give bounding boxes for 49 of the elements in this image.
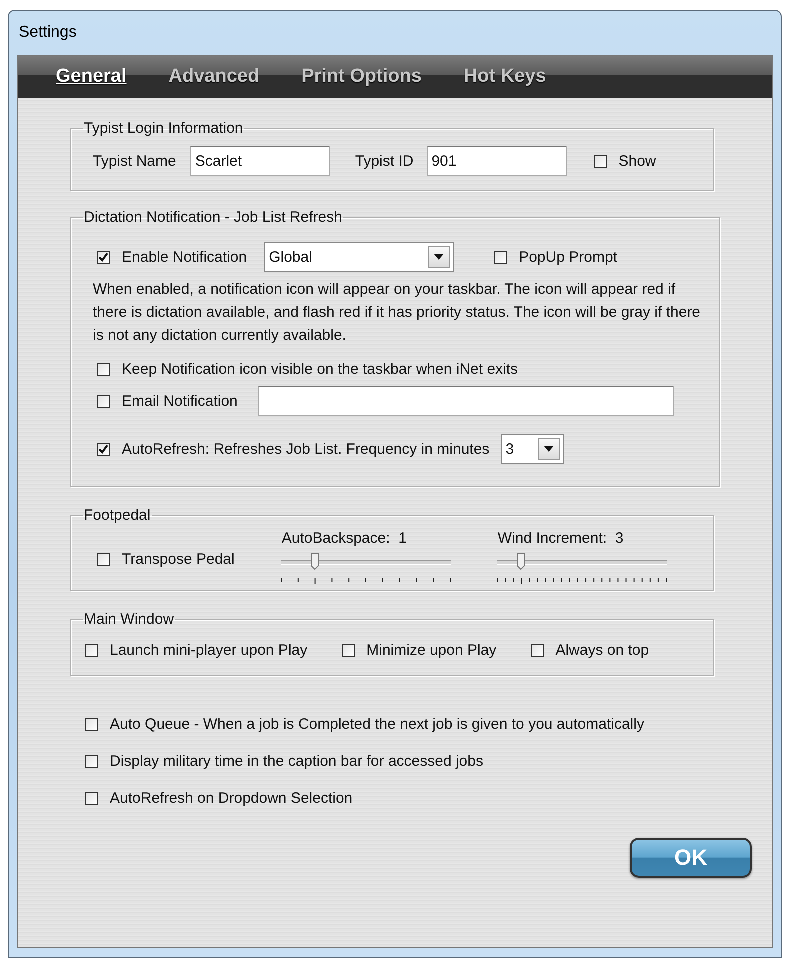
checkbox[interactable] [342,644,355,657]
checkbox[interactable] [97,552,110,566]
dropdown[interactable]: Global [264,242,454,272]
field-label: Typist Name [93,152,176,170]
group-title: Typist Login Information [83,120,244,137]
text-field[interactable]: 901 [426,146,567,176]
checkbox-label: Enable Notification [122,248,248,266]
checkbox[interactable] [85,644,98,657]
checkbox-label: Auto Queue - When a job is Completed the next job is given to you automatically [110,716,644,733]
checkbox-label: Transpose Pedal [122,550,235,568]
text-field[interactable] [258,386,674,416]
checkbox[interactable] [530,644,544,657]
tab[interactable]: Hot Keys [464,66,546,88]
slider-label: AutoBackspace: 1 [282,530,408,549]
checkbox-label: Show [618,152,656,170]
checkbox[interactable] [97,442,110,456]
checkbox-label: Display military time in the caption bar for accessed jobs [110,753,484,770]
checkbox[interactable] [85,718,98,731]
checkbox[interactable] [85,792,98,805]
description-text: When enabled, a notification icon will appear on your taskbar. The icon will appear red if there is dictation available, and flash red if it has priority status. The icon will be gray if there is not any dictation currently available. [93,280,702,346]
group-title: Main Window [83,611,176,628]
slider-thumb[interactable] [310,553,319,570]
slider-track[interactable] [496,552,667,572]
slider-track[interactable] [280,552,451,572]
checkbox[interactable] [494,250,508,264]
dropdown[interactable]: 3 [500,434,564,464]
checkbox[interactable] [97,363,110,376]
checkbox-label: Launch mini-player upon Play [110,642,308,659]
slider-label: Wind Increment: 3 [498,530,625,549]
checkbox-label: Email Notification [122,392,238,410]
group-title: Footpedal [83,507,152,524]
text-field[interactable]: Scarlet [190,146,330,176]
checkbox-label: Minimize upon Play [366,642,497,659]
checkbox-label: Keep Notification icon visible on the taskbar when iNet exits [122,361,518,378]
slider-thumb[interactable] [516,553,525,570]
field-label: Typist ID [355,152,414,170]
checkbox-label: AutoRefresh on Dropdown Selection [110,790,353,807]
checkbox-label: PopUp Prompt [519,248,618,266]
group-title: Dictation Notification - Job List Refresh [83,209,344,226]
checkbox[interactable] [85,755,98,768]
tab[interactable]: General [56,66,127,88]
tab[interactable]: Advanced [168,66,260,88]
window-title: Settings [19,24,77,42]
checkbox[interactable] [97,394,110,408]
tab[interactable]: Print Options [302,66,422,88]
checkbox[interactable] [97,250,110,264]
checkbox-label: AutoRefresh: Refreshes Job List. Frequency in minutes [122,440,490,458]
checkbox-label: Always on top [556,642,650,659]
checkbox[interactable] [594,154,607,168]
